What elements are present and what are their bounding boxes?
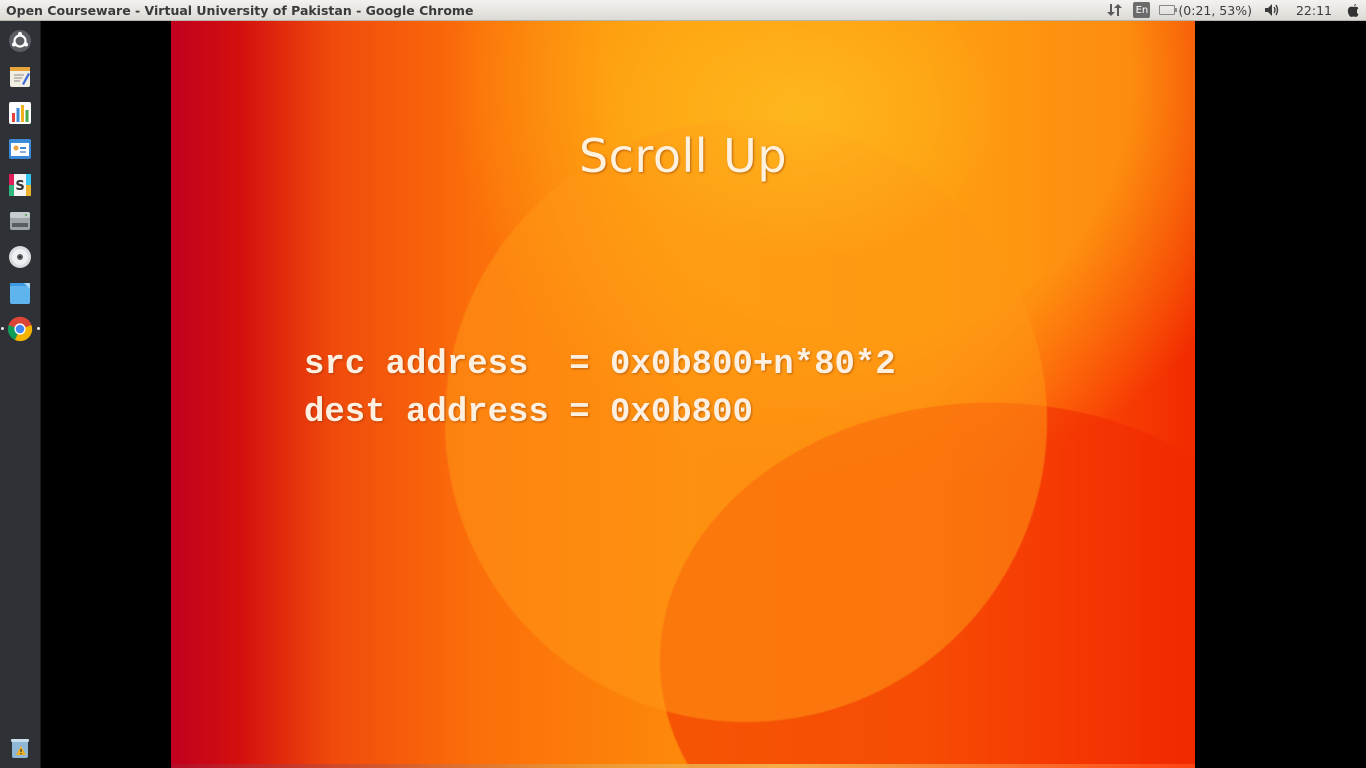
ubuntu-logo-icon[interactable]	[7, 28, 33, 54]
chrome-icon[interactable]	[7, 316, 33, 342]
battery-icon	[1159, 5, 1178, 15]
presentation-icon[interactable]	[7, 136, 33, 162]
window-title: Open Courseware - Virtual University of …	[6, 2, 474, 18]
indicator-area: En (0:21, 53%) 22:11	[1099, 0, 1366, 21]
battery-indicator[interactable]: (0:21, 53%)	[1159, 0, 1262, 21]
trash-icon[interactable]	[7, 735, 33, 761]
top-panel: Open Courseware - Virtual University of …	[0, 0, 1366, 21]
disc-icon[interactable]	[7, 244, 33, 270]
slack-icon[interactable]: S	[7, 172, 33, 198]
slide-bottom-edge	[171, 764, 1195, 768]
slide-title: Scroll Up	[578, 129, 788, 183]
volume-icon[interactable]	[1262, 0, 1282, 21]
clock[interactable]: 22:11	[1296, 0, 1332, 21]
slide-line-dest-address: dest address = 0x0b800	[304, 394, 753, 432]
video-player[interactable]: Scroll Up src address = 0x0b800+n*80*2 d…	[41, 21, 1366, 768]
drive-icon[interactable]	[7, 208, 33, 234]
spreadsheet-icon[interactable]	[7, 100, 33, 126]
text-editor-icon[interactable]	[7, 64, 33, 90]
folder-icon[interactable]	[7, 280, 33, 306]
battery-text: (0:21, 53%)	[1178, 2, 1252, 18]
launcher: S	[0, 21, 41, 768]
lecture-slide: Scroll Up src address = 0x0b800+n*80*2 d…	[171, 21, 1195, 768]
running-indicator	[1, 327, 4, 330]
keyboard-layout-indicator[interactable]: En	[1133, 2, 1151, 18]
slide-line-src-address: src address = 0x0b800+n*80*2	[304, 346, 896, 384]
slack-letter: S	[15, 179, 24, 194]
network-icon[interactable]	[1099, 0, 1129, 21]
focused-indicator	[37, 327, 40, 330]
power-icon[interactable]	[1346, 0, 1360, 21]
